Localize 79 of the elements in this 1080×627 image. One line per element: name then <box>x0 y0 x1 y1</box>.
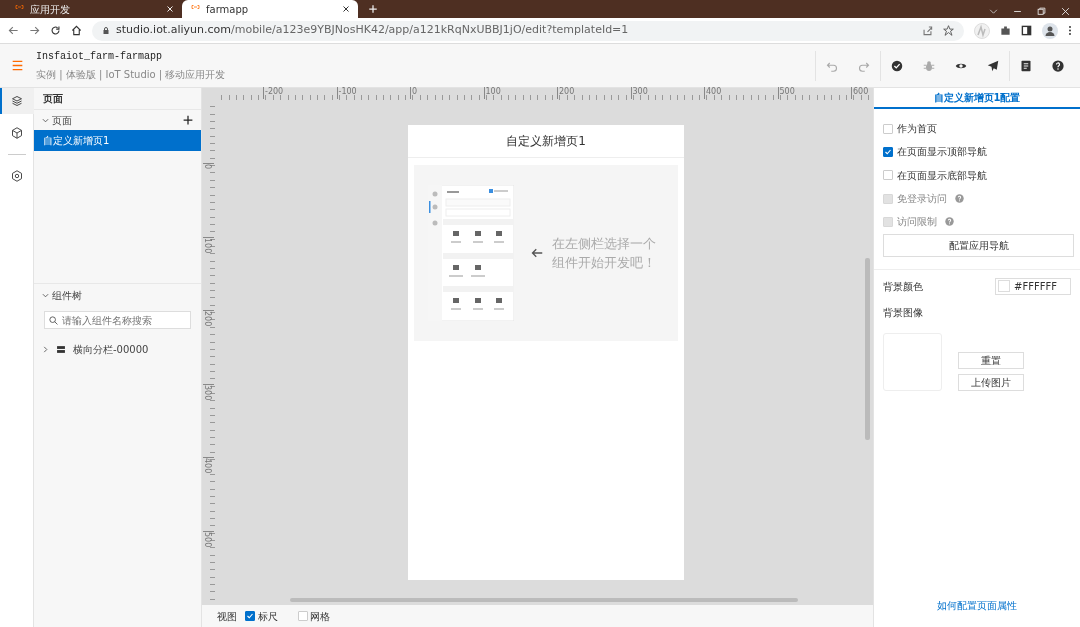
config-nav-button[interactable]: 配置应用导航 <box>883 234 1074 258</box>
option-label: 网格 <box>310 609 330 624</box>
breadcrumb: 实例 | 体验版 | IoT Studio | 移动应用开发 <box>36 67 226 82</box>
address-bar[interactable]: studio.iot.aliyun.com/mobile/a123e9YBJNosHK42/app/a121kRqNxUBBJ1jO/edit?templateId=1 <box>92 20 964 41</box>
page-list-item[interactable]: 自定义新增页1 <box>34 130 201 151</box>
ruler-label: 400 <box>203 458 212 474</box>
section-label: 组件树 <box>52 289 82 303</box>
panel-title: 页面 <box>34 88 201 110</box>
check-icon <box>884 147 892 156</box>
color-swatch[interactable] <box>998 280 1010 293</box>
image-button[interactable]: 上传图片 <box>958 374 1024 392</box>
option-label: 在页面显示顶部导航 <box>897 145 987 160</box>
tree-node-label[interactable]: 横向分栏-00000 <box>73 341 149 357</box>
browser-tab[interactable]: 应用开发 <box>6 0 182 18</box>
help-link[interactable]: 如何配置页面属性 <box>937 598 1017 613</box>
url-text: studio.iot.aliyun.com/mobile/a123e9YBJNosHK42/app/a121kRqNxUBBJ1jO/edit?templateId=1 <box>116 22 629 39</box>
color-value: #FFFFFF <box>1014 280 1057 294</box>
chevron-down-icon[interactable] <box>989 6 998 16</box>
browser-tab[interactable]: farmapp <box>182 0 358 18</box>
forward-icon[interactable] <box>29 25 40 36</box>
checkbox[interactable] <box>245 611 255 621</box>
page-title: 自定义新增页1 <box>408 125 684 158</box>
option-label: 访问限制 <box>897 215 937 230</box>
lock-icon <box>102 26 110 35</box>
add-icon[interactable] <box>183 115 193 125</box>
tab-title: 应用开发 <box>30 2 70 17</box>
restore-icon[interactable] <box>1037 6 1046 16</box>
ruler-label: 0 <box>203 164 212 170</box>
ruler-label: 200 <box>557 87 575 99</box>
chevron-down-icon[interactable] <box>42 116 49 124</box>
ruler-label: 300 <box>203 384 212 400</box>
menu-icon[interactable] <box>11 60 24 71</box>
ruler-label: 100 <box>483 87 501 99</box>
reload-icon[interactable] <box>50 25 61 36</box>
ruler-label: 600 <box>851 87 869 99</box>
tab-title: farmapp <box>206 2 249 17</box>
home-icon[interactable] <box>71 25 82 36</box>
option-label: 作为首页 <box>897 122 937 137</box>
profile-icon[interactable] <box>1042 22 1058 39</box>
option-label: 免登录访问 <box>897 192 947 207</box>
check-icon <box>246 612 254 620</box>
ruler-label: 100 <box>203 237 212 253</box>
gear-icon <box>10 170 23 182</box>
sidebar-tab[interactable] <box>0 88 34 114</box>
ruler-label: 400 <box>704 87 722 99</box>
panel-tab[interactable]: 自定义新增页1配置 <box>874 88 1080 109</box>
more-icon[interactable] <box>1068 25 1072 36</box>
chevron-down-icon[interactable] <box>42 292 49 299</box>
columns-icon <box>56 344 66 354</box>
arrow-left-icon <box>530 247 544 259</box>
close-icon[interactable] <box>342 5 350 13</box>
option-label: 标尺 <box>257 609 278 624</box>
image-button[interactable]: 重置 <box>958 352 1024 370</box>
side-panel-icon[interactable] <box>1021 25 1032 36</box>
star-icon[interactable] <box>943 25 954 36</box>
color-field[interactable]: #FFFFFF <box>995 278 1071 295</box>
field-label: 背景颜色 <box>883 280 923 294</box>
vertical-scrollbar[interactable] <box>865 258 870 440</box>
option-label: 在页面显示底部导航 <box>897 168 987 183</box>
ruler-label: 500 <box>203 531 212 547</box>
checkbox[interactable] <box>883 146 893 157</box>
section-label: 页面 <box>52 113 72 128</box>
field-label: 背景图像 <box>883 306 923 320</box>
app-name: Insfaiot_farm-farmapp <box>36 50 164 65</box>
ruler-label: -100 <box>336 87 357 99</box>
view-label: 视图 <box>217 609 237 624</box>
cube-icon <box>10 127 23 139</box>
search-field[interactable]: 请输入组件名称搜索 <box>44 311 191 329</box>
horizontal-scrollbar[interactable] <box>290 598 798 602</box>
share-icon[interactable] <box>922 25 933 36</box>
ruler-label: 200 <box>203 311 212 327</box>
ruler-label: 500 <box>777 87 795 99</box>
ruler-label: -200 <box>263 87 284 99</box>
layers-icon <box>10 95 23 107</box>
ruler-label: 300 <box>630 87 648 99</box>
ruler-label: 0 <box>410 87 418 99</box>
chevron-right-icon[interactable] <box>42 345 49 353</box>
new-tab-icon[interactable] <box>368 4 378 14</box>
back-icon[interactable] <box>8 25 19 36</box>
